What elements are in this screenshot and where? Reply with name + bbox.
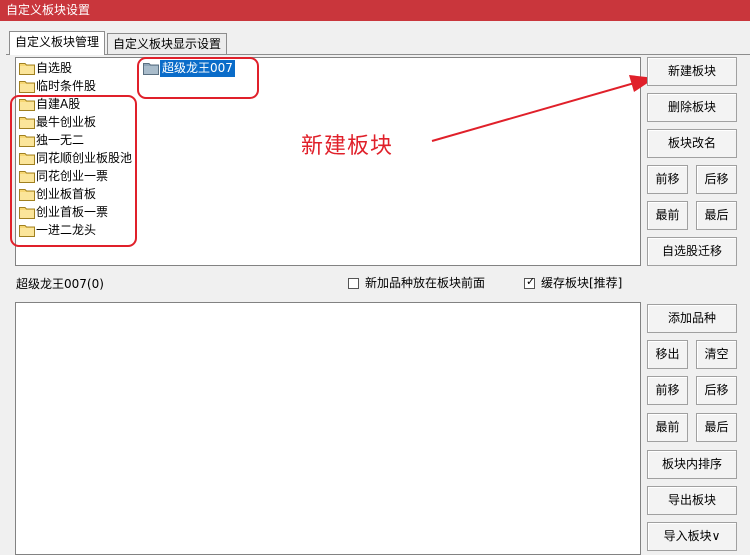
rename-block-button[interactable]: 板块改名 [647,129,737,158]
checkmark-icon: ✓ [526,275,536,288]
sort-in-block-button[interactable]: 板块内排序 [647,450,737,479]
tab-block-management[interactable]: 自定义板块管理 [9,31,106,55]
current-block-label: 超级龙王007(0) [16,277,104,291]
add-front-label: 新加品种放在板块前面 [365,276,486,290]
stock-move-up-button[interactable]: 前移 [647,376,688,405]
cache-block-checkbox[interactable]: ✓ [524,275,536,289]
block-move-up-button[interactable]: 前移 [647,165,688,194]
cache-block-label: 缓存板块[推荐] [541,276,623,290]
stock-list-panel[interactable] [15,302,641,555]
block-move-first-button[interactable]: 最前 [647,201,688,230]
new-block-button[interactable]: 新建板块 [647,57,737,86]
delete-block-button[interactable]: 删除板块 [647,93,737,122]
clear-stocks-button[interactable]: 清空 [696,340,737,369]
block-move-down-button[interactable]: 后移 [696,165,737,194]
add-stock-button[interactable]: 添加品种 [647,304,737,333]
block-move-last-button[interactable]: 最后 [696,201,737,230]
remove-stock-button[interactable]: 移出 [647,340,688,369]
stock-move-last-button[interactable]: 最后 [696,413,737,442]
add-front-checkbox[interactable] [348,278,359,289]
stock-move-down-button[interactable]: 后移 [696,376,737,405]
stock-move-first-button[interactable]: 最前 [647,413,688,442]
import-block-button[interactable]: 导入板块∨ [647,522,737,551]
export-block-button[interactable]: 导出板块 [647,486,737,515]
migrate-watchlist-button[interactable]: 自选股迁移 [647,237,737,266]
